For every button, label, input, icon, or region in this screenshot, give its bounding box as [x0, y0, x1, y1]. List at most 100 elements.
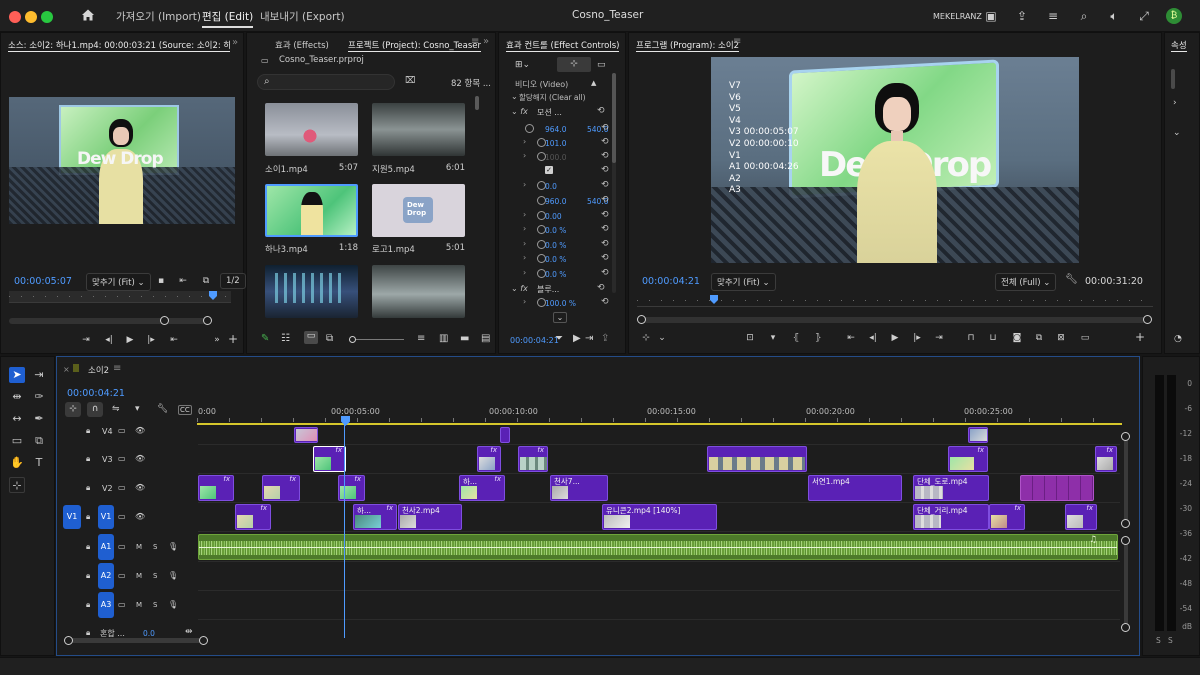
project-scrollbar[interactable] — [475, 96, 479, 110]
slip-tool-icon[interactable]: ↔ — [9, 411, 25, 427]
audio-scroll-handle-top[interactable] — [1121, 536, 1130, 545]
clip-v2[interactable]: 하... fx — [459, 475, 505, 501]
clip-v3[interactable]: fx — [1095, 446, 1117, 472]
clip-v2[interactable]: 단체_도로.mp4 — [913, 475, 989, 501]
account-icon[interactable]: ₿ — [1166, 8, 1182, 24]
mix-end-icon[interactable]: ⇹ — [185, 627, 193, 637]
hand-tool-icon[interactable]: ✋ — [9, 455, 25, 471]
gauge-icon[interactable]: ◔ — [1174, 334, 1182, 344]
program-resolution-dropdown[interactable]: 전체 (Full) ⌄ — [995, 273, 1057, 291]
mark-in-icon[interactable]: ⇥ — [79, 333, 93, 347]
motion-effect-row[interactable]: ⌄ fx 모션 ... ⟲ — [511, 106, 609, 118]
lock-icon[interactable]: 🔒︎ — [86, 600, 90, 610]
program-time-ruler[interactable] — [637, 295, 1153, 307]
share-icon[interactable]: ⇪ — [1014, 8, 1030, 24]
program-step-back[interactable]: ◂| — [866, 331, 880, 345]
clip-v4[interactable] — [500, 427, 510, 443]
bin-thumb-0[interactable] — [265, 103, 358, 156]
menu-edit[interactable]: 편집 (Edit) — [202, 9, 254, 28]
maximize-window-button[interactable] — [41, 11, 53, 23]
source-settings-icon[interactable]: ▪ — [154, 274, 168, 288]
lift-icon[interactable]: ⊓ — [964, 331, 978, 345]
sync-lock-icon[interactable]: ▭ — [118, 454, 126, 463]
eye-icon[interactable]: 👁︎ — [135, 512, 145, 521]
freeform-view-icon[interactable]: ⧉ — [326, 333, 333, 344]
ec-play-audio-icon[interactable]: ▶ — [573, 333, 581, 344]
go-to-out-icon[interactable]: ⇥ — [932, 331, 946, 345]
filter-icon[interactable]: ⏷ — [555, 333, 563, 344]
ec-crop-top-row[interactable]: › 0.0 % ⟲ — [503, 239, 615, 253]
folder-icon[interactable]: ▬ — [460, 333, 469, 344]
source-fit-dropdown[interactable]: 맞추기 (Fit) ⌄ — [86, 273, 151, 291]
clip-v2[interactable]: fx — [338, 475, 365, 501]
scroll-handle-top[interactable] — [1121, 432, 1130, 441]
track-a1-label[interactable]: A1 — [98, 534, 114, 560]
clip-v3[interactable]: fx — [948, 446, 988, 472]
ec-flicker-row[interactable]: › 0.00 ⟲ — [503, 210, 615, 224]
clip-v1[interactable]: fx — [1065, 504, 1097, 530]
clip-v2-nested[interactable] — [1020, 475, 1094, 501]
menu-export[interactable]: 내보내기 (Export) — [260, 9, 345, 24]
automate-icon[interactable]: ▥ — [439, 333, 448, 344]
lock-icon[interactable]: 🔒︎ — [86, 628, 90, 638]
bin-thumb-1[interactable] — [372, 103, 465, 156]
source-add-icon[interactable]: + — [226, 332, 240, 346]
clip-v2[interactable]: fx — [198, 475, 234, 501]
microphone-icon[interactable]: 🎙︎ — [168, 571, 178, 580]
clip-v1[interactable]: fx — [989, 504, 1025, 530]
clip-v2[interactable]: fx — [262, 475, 300, 501]
track-a2-label[interactable]: A2 — [98, 563, 114, 589]
ec-crop-right-row[interactable]: › 0.0 % ⟲ — [503, 253, 615, 267]
ec-scale-width-row[interactable]: › 100.0 ⟲ — [503, 151, 615, 165]
object-select-tool-icon[interactable]: ⊹ — [9, 477, 25, 493]
ec-monitor-icon[interactable]: ▭ — [597, 60, 606, 70]
thumb-size-slider[interactable] — [349, 336, 404, 343]
source-patch-v1[interactable]: V1 — [63, 505, 81, 529]
meter-solo-left[interactable]: S — [1156, 636, 1161, 645]
bin-thumb-2[interactable] — [265, 184, 358, 237]
source-more-icon[interactable]: » — [210, 333, 224, 347]
clip-v1[interactable]: fx — [235, 504, 271, 530]
program-settings-icon[interactable]: ⊹ — [639, 331, 653, 345]
icon-view-icon[interactable]: ▭ — [304, 331, 318, 344]
step-back-icon[interactable]: ◂| — [102, 333, 116, 347]
expand-right-icon[interactable]: › — [1173, 98, 1177, 108]
ec-mode-button[interactable]: ⊹ — [557, 57, 591, 72]
clip-v1[interactable]: 유니콘2.mp4 [140%] — [602, 504, 717, 530]
ec-timecode[interactable]: 00:00:04:21 — [510, 336, 559, 345]
sync-lock-icon[interactable]: ▭ — [118, 571, 126, 580]
captions-icon[interactable]: CC — [178, 405, 192, 415]
add-marker-icon[interactable]: ▾ — [135, 404, 140, 414]
mix-value[interactable]: 0.0 — [143, 629, 155, 638]
eye-icon[interactable]: 👁︎ — [135, 483, 145, 492]
pen-icon[interactable]: ✎ — [261, 333, 269, 344]
close-window-button[interactable] — [9, 11, 21, 23]
audio-clip-a1[interactable]: ♫ — [198, 534, 1118, 560]
volume-icon[interactable]: 🔈︎ — [1106, 8, 1122, 24]
timeline-playhead-line[interactable] — [344, 420, 345, 638]
clip-v1[interactable]: 하... fx — [353, 504, 397, 530]
bin-thumb-3[interactable]: Dew Drop — [372, 184, 465, 237]
vr-icon[interactable]: ▭ — [1078, 331, 1092, 345]
linked-selection-icon[interactable]: ⇋ — [112, 404, 120, 414]
bin-thumb-5[interactable] — [372, 265, 465, 318]
mute-button[interactable]: M — [136, 572, 142, 580]
clip-v1[interactable]: 단체_거리.mp4 — [913, 504, 989, 530]
properties-tab[interactable]: 속성 — [1171, 39, 1187, 52]
mark-out-program[interactable]: ⦄ — [811, 331, 825, 345]
timeline-zoom-bar[interactable] — [64, 636, 208, 645]
eye-icon[interactable]: 👁︎ — [135, 426, 145, 435]
tab-effect-controls[interactable]: 효과 컨트롤 (Effect Controls) — [506, 39, 620, 52]
clip-v3[interactable]: fx — [477, 446, 501, 472]
type-tool-icon[interactable]: T — [31, 455, 47, 471]
menu-import[interactable]: 가져오기 (Import) — [116, 9, 201, 24]
audio-track-scrollbar[interactable] — [1124, 538, 1128, 628]
collapse-down-icon[interactable]: ⌄ — [1173, 128, 1181, 138]
clear-all-row[interactable]: ⌄ 할당해지 (Clear all) — [511, 91, 609, 103]
source-resolution-dropdown[interactable]: 1/2 — [220, 273, 246, 289]
clip-v2[interactable]: 서연1.mp4 — [808, 475, 902, 501]
source-trim-icon[interactable]: ⇤ — [176, 274, 190, 288]
sort-icon[interactable]: ≡ — [417, 333, 425, 344]
scroll-handle-bottom[interactable] — [1121, 519, 1130, 528]
go-to-in-icon[interactable]: ⇤ — [844, 331, 858, 345]
